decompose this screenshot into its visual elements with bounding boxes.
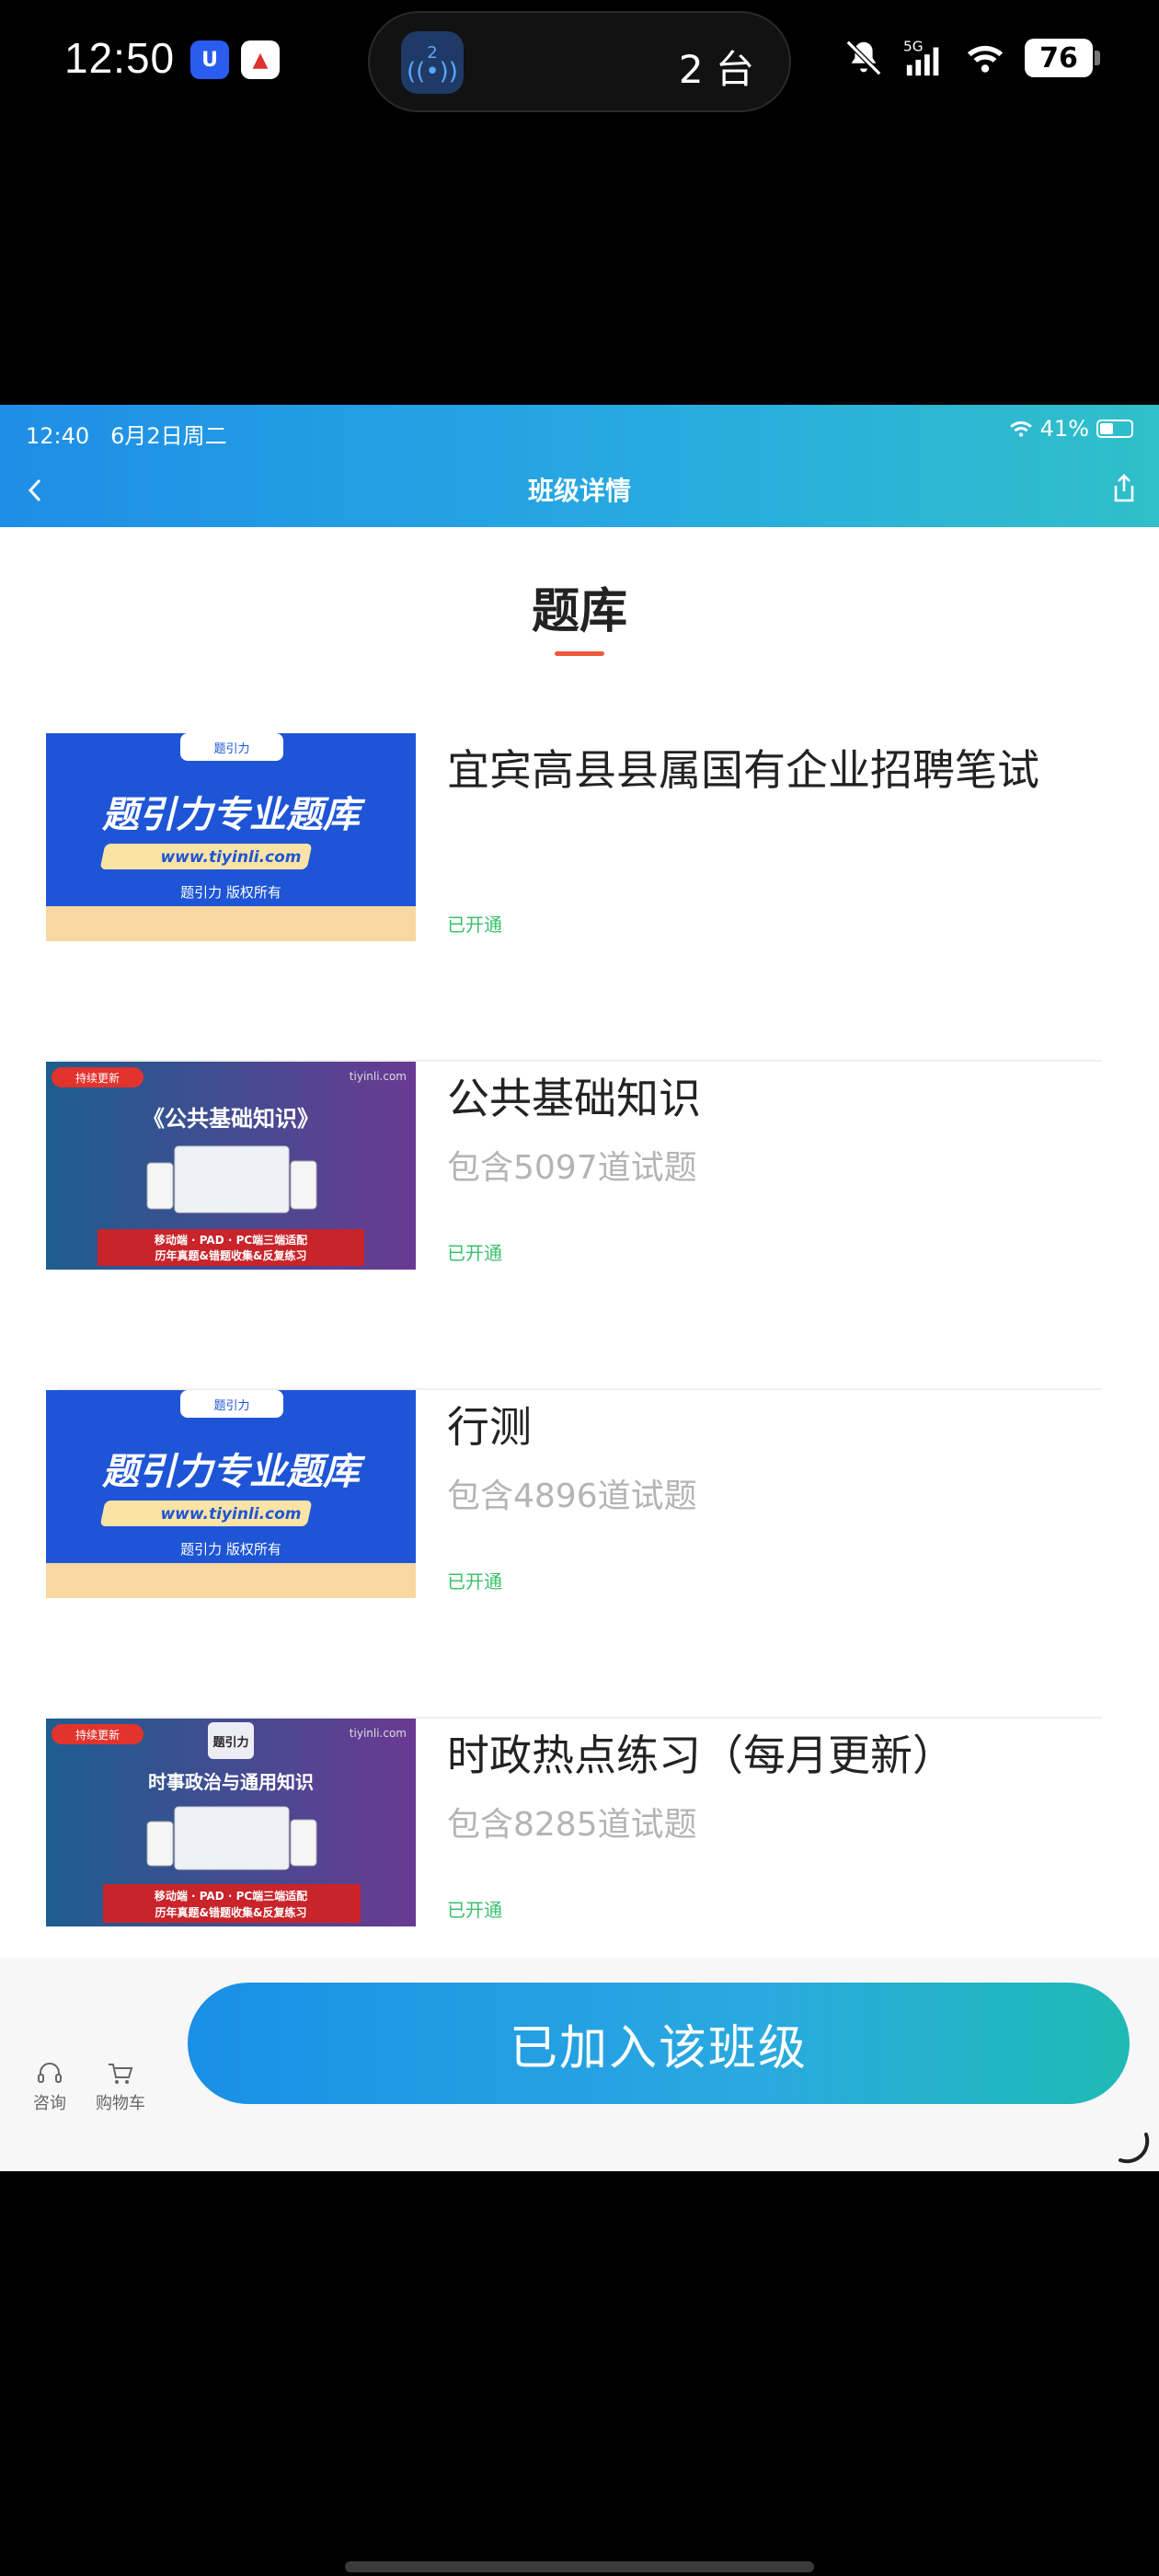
phone-status-bar: 12:50 U ▲ 2 ((•)) 2 台 5G 76 [0,0,1159,129]
brand-url: www.tiyinli.com [160,1505,301,1524]
thumb-title: 时事政治与通用知识 [148,1771,314,1793]
brand-copyright: 题引力 版权所有 [180,884,281,901]
thumb-bar-line2: 历年真题&错题收集&反复练习 [155,1905,307,1919]
thumb-title: 《公共基础知识》 [143,1106,319,1132]
inner-status-time: 12:40 6月2日周二 [26,418,227,450]
phone-clock: 12:50 [64,34,176,82]
badge-updating: 持续更新 [75,1728,120,1742]
item-question-count: 包含4896道试题 [447,1478,697,1515]
share-icon[interactable] [1104,466,1144,512]
inner-date: 6月2日周二 [110,423,227,449]
item-question-count: 包含8285道试题 [447,1806,697,1844]
item-title: 时政热点练习（每月更新） [447,1731,955,1780]
logo-text: 题引力 [212,1735,248,1750]
thumb-bar-line1: 移动端 · PAD · PC端三端适配 [155,1233,307,1247]
item-title: 宜宾高县县属国有企业招聘笔试 [447,745,1039,795]
system-indicators: 5G 76 [843,37,1100,79]
consult-label: 咨询 [33,2094,66,2113]
question-bank-list: 题引力 题引力专业题库 www.tiyinli.com 题引力 版权所有 宜宾高… [0,733,1159,2047]
mute-bell-icon [845,40,882,76]
battery-indicator: 76 [1025,39,1100,77]
brand-url: www.tiyinli.com [160,848,301,867]
site-label: tiyinli.com [350,1727,407,1740]
brand-title: 题引力专业题库 [101,1451,366,1493]
item-title: 行测 [447,1402,532,1452]
home-indicator[interactable] [345,2561,814,2572]
brand-copyright: 题引力 版权所有 [180,1541,281,1558]
inner-battery-percent: 41% [1039,416,1089,442]
cast-icon: 2 ((•)) [401,31,464,94]
status-badge: 已开通 [447,914,502,936]
inner-clock: 12:40 [26,423,90,449]
battery-icon [1096,420,1133,438]
course-thumbnail: 题引力 题引力专业题库 www.tiyinli.com 题引力 版权所有 [46,1390,416,1598]
site-label: tiyinli.com [350,1070,407,1083]
thumb-bar-line1: 移动端 · PAD · PC端三端适配 [155,1889,307,1903]
item-title: 公共基础知识 [447,1074,701,1123]
cart-button[interactable]: 购物车 [96,2061,145,2114]
section-title: 题库 [531,584,627,639]
list-item[interactable]: 持续更新 tiyinli.com 《公共基础知识》 移动端 · PAD · PC… [0,1062,1159,1390]
consult-button[interactable]: 咨询 [33,2061,66,2114]
app-screen: 12:40 6月2日周二 41% 班级详情 题库 题引力 题引力专业题库 www… [0,405,1159,2171]
headset-icon [38,2063,62,2083]
app-notification-icon: ▲ [241,40,280,79]
loading-spinner-icon [1119,2133,1150,2164]
status-badge: 已开通 [447,1899,502,1921]
brand-top-label: 题引力 [213,742,249,756]
dynamic-island[interactable]: 2 ((•)) 2 台 [368,11,791,112]
brand-top-label: 题引力 [213,1399,249,1413]
wifi-icon [1009,421,1032,437]
app-header: 12:40 6月2日周二 41% 班级详情 [0,405,1159,527]
wifi-icon [967,45,1004,73]
cart-icon [109,2064,133,2084]
status-badge: 已开通 [447,1242,502,1264]
item-question-count: 包含5097道试题 [447,1149,697,1187]
badge-updating: 持续更新 [75,1071,120,1085]
cart-label: 购物车 [96,2094,145,2113]
course-thumbnail: 持续更新 tiyinli.com 《公共基础知识》 移动端 · PAD · PC… [46,1062,416,1270]
list-item[interactable]: 题引力 题引力专业题库 www.tiyinli.com 题引力 版权所有 宜宾高… [0,733,1159,1062]
course-thumbnail: 题引力 题引力专业题库 www.tiyinli.com 题引力 版权所有 [46,733,416,941]
device-count-text: 2 台 [678,47,754,92]
inner-status-indicators: 41% [1009,416,1133,442]
page-title: 班级详情 [527,476,631,506]
section-title-underline [555,651,604,656]
app-notification-icon: U [190,40,229,79]
joined-class-button[interactable]: 已加入该班级 [188,1983,1130,2104]
course-thumbnail: 持续更新 题引力 tiyinli.com 时事政治与通用知识 移动端 · PAD… [46,1719,416,1926]
cellular-signal-icon: 5G [903,38,939,76]
brand-title: 题引力专业题库 [101,794,366,836]
bottom-action-bar: 咨询 购物车 已加入该班级 [0,1958,1159,2171]
list-item[interactable]: 题引力 题引力专业题库 www.tiyinli.com 题引力 版权所有 行测 … [0,1390,1159,1719]
network-type: 5G [903,38,924,54]
status-badge: 已开通 [447,1570,502,1593]
thumb-bar-line2: 历年真题&错题收集&反复练习 [155,1248,307,1262]
